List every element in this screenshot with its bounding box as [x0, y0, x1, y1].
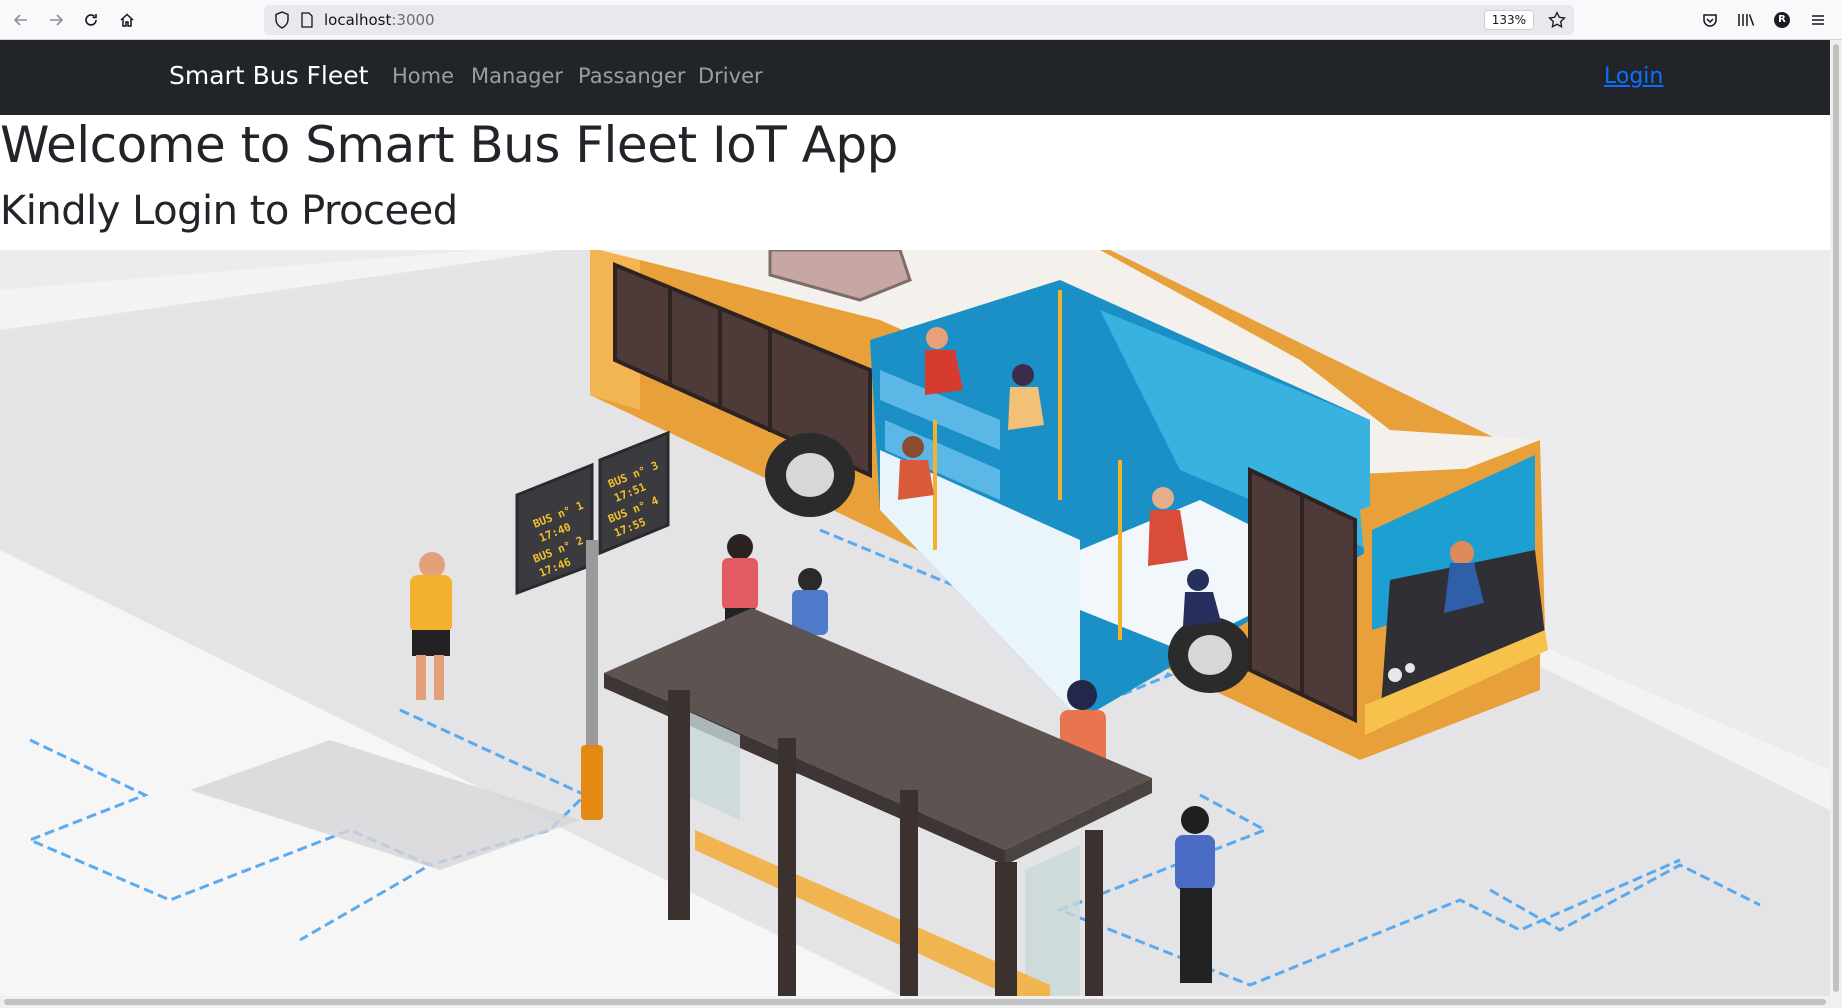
horizontal-scrollbar[interactable]: [0, 996, 1842, 1008]
login-link[interactable]: Login: [1604, 64, 1663, 89]
vertical-scrollbar[interactable]: [1830, 40, 1842, 996]
sign-pole: [586, 540, 598, 755]
page-icon: [300, 12, 314, 32]
forward-icon[interactable]: [43, 7, 69, 33]
url-text[interactable]: localhost:3000: [324, 11, 435, 29]
nav-link-driver[interactable]: Driver: [698, 64, 763, 88]
wheel: [1168, 617, 1252, 693]
home-icon[interactable]: [114, 7, 140, 33]
nav-link-home[interactable]: Home: [392, 64, 454, 88]
page-title: Welcome to Smart Bus Fleet IoT App: [0, 116, 898, 174]
back-icon[interactable]: [8, 7, 34, 33]
vertical-scroll-thumb[interactable]: [1833, 44, 1839, 992]
pocket-icon[interactable]: [1697, 7, 1723, 33]
browser-toolbar: localhost:3000 133% R: [0, 0, 1842, 40]
app-navbar: Smart Bus Fleet Home Manager Passanger D…: [0, 40, 1830, 115]
hamburger-menu-icon[interactable]: [1805, 7, 1831, 33]
zoom-level-badge[interactable]: 133%: [1483, 10, 1534, 30]
account-avatar[interactable]: R: [1769, 7, 1795, 33]
account-initial: R: [1774, 12, 1790, 28]
bus-stop-illustration: BUS n° 1 17:40 BUS n° 2 17:46 BUS n° 3 1…: [0, 250, 1830, 996]
nav-link-passanger[interactable]: Passanger: [578, 64, 686, 88]
shield-icon[interactable]: [274, 11, 290, 33]
library-icon[interactable]: [1733, 7, 1759, 33]
address-bar[interactable]: localhost:3000 133%: [264, 5, 1574, 35]
page-subtitle: Kindly Login to Proceed: [0, 188, 458, 234]
navbar-brand[interactable]: Smart Bus Fleet: [169, 61, 368, 90]
horizontal-scroll-thumb[interactable]: [4, 999, 1826, 1005]
wheel: [765, 433, 855, 517]
bookmark-star-icon[interactable]: [1548, 10, 1566, 33]
nav-link-manager[interactable]: Manager: [471, 64, 563, 88]
reload-icon[interactable]: [78, 7, 104, 33]
